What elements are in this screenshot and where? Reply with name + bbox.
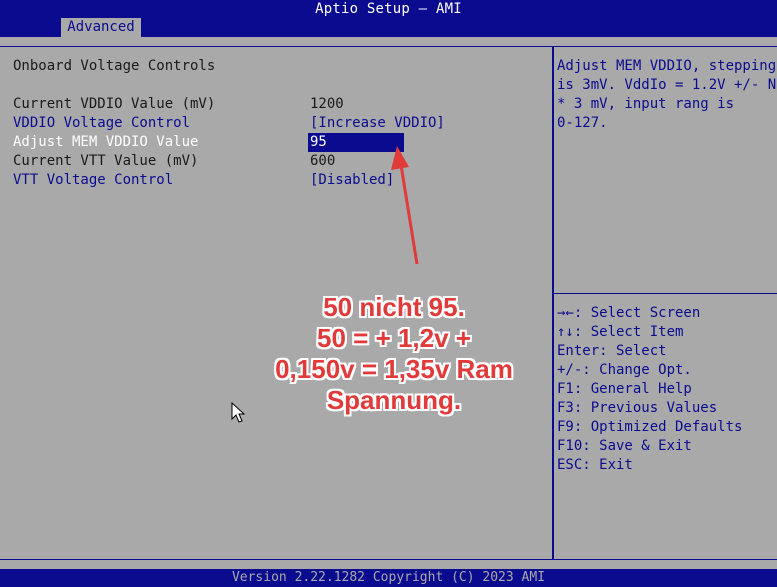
mouse-cursor-icon (231, 402, 246, 423)
annotation-line: 50 = + 1,2v + (317, 323, 471, 353)
annotation-text: 50 nicht 95. 50 = + 1,2v + 0,150v = 1,35… (253, 292, 535, 416)
annotation-line: 50 nicht 95. (323, 292, 465, 322)
annotation-line: 0,150v = 1,35v Ram (275, 354, 513, 384)
annotation-line: Spannung. (326, 385, 462, 415)
